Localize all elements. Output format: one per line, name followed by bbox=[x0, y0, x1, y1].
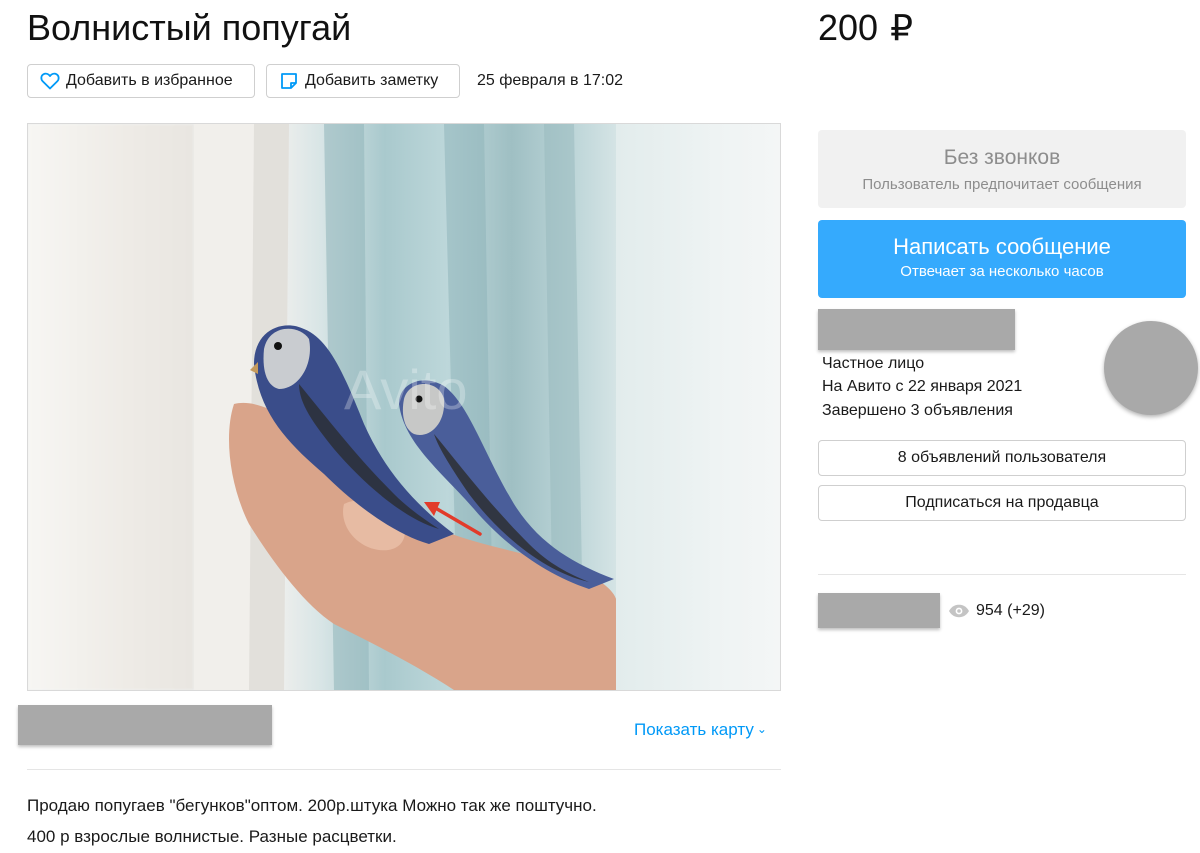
write-message-button[interactable]: Написать сообщение Отвечает за несколько… bbox=[818, 220, 1186, 298]
photo-blur-right bbox=[616, 124, 780, 690]
add-note-button[interactable]: Добавить заметку bbox=[266, 64, 460, 98]
description-line: 400 р взрослые волнистые. Разные расцвет… bbox=[27, 827, 397, 846]
add-to-favorites-label: Добавить в избранное bbox=[66, 72, 233, 89]
show-map-link[interactable]: Показать карту ⌄ bbox=[634, 720, 767, 740]
redacted-listing-id bbox=[818, 593, 940, 628]
heart-icon bbox=[40, 72, 60, 90]
show-map-label: Показать карту bbox=[634, 720, 754, 739]
price-value: 200 bbox=[818, 7, 879, 48]
no-calls-title: Без звонков bbox=[943, 146, 1061, 169]
no-calls-notice: Без звонков Пользователь предпочитает со… bbox=[818, 130, 1186, 208]
parrots-photo-illustration: Avito bbox=[194, 124, 617, 690]
watermark-text: Avito bbox=[344, 358, 467, 421]
response-time: Отвечает за несколько часов bbox=[900, 263, 1104, 280]
section-divider bbox=[818, 574, 1186, 575]
redacted-address bbox=[18, 705, 272, 745]
redacted-seller-name[interactable] bbox=[818, 309, 1015, 350]
add-to-favorites-button[interactable]: Добавить в избранное bbox=[27, 64, 255, 98]
page-title: Волнистый попугай bbox=[27, 7, 352, 48]
note-icon bbox=[281, 73, 297, 89]
chevron-down-icon: ⌄ bbox=[756, 722, 767, 736]
no-calls-subtitle: Пользователь предпочитает сообщения bbox=[862, 176, 1142, 193]
photo-blur-left bbox=[28, 124, 194, 690]
views-counter: 954 (+29) bbox=[948, 602, 1045, 620]
avatar[interactable] bbox=[1104, 321, 1198, 415]
publish-date: 25 февраля в 17:02 bbox=[477, 72, 624, 89]
price: 200 ₽ bbox=[818, 6, 913, 50]
seller-completed-ads: Завершено 3 объявления bbox=[822, 402, 1013, 419]
subscribe-button[interactable]: Подписаться на продавца bbox=[818, 485, 1186, 521]
description-line: Продаю попугаев "бегунков"оптом. 200р.шт… bbox=[27, 796, 597, 815]
photo-gallery[interactable]: Avito bbox=[27, 123, 781, 691]
seller-since: На Авито с 22 января 2021 bbox=[822, 378, 1023, 395]
add-note-label: Добавить заметку bbox=[305, 72, 439, 89]
listing-photo[interactable]: Avito bbox=[194, 124, 617, 690]
user-ads-button[interactable]: 8 объявлений пользователя bbox=[818, 440, 1186, 476]
views-count: 954 (+29) bbox=[976, 602, 1045, 619]
seller-type: Частное лицо bbox=[822, 355, 925, 372]
write-message-label: Написать сообщение bbox=[893, 234, 1111, 259]
eye-icon bbox=[949, 604, 969, 618]
currency-symbol: ₽ bbox=[890, 7, 913, 48]
section-divider bbox=[27, 769, 781, 770]
